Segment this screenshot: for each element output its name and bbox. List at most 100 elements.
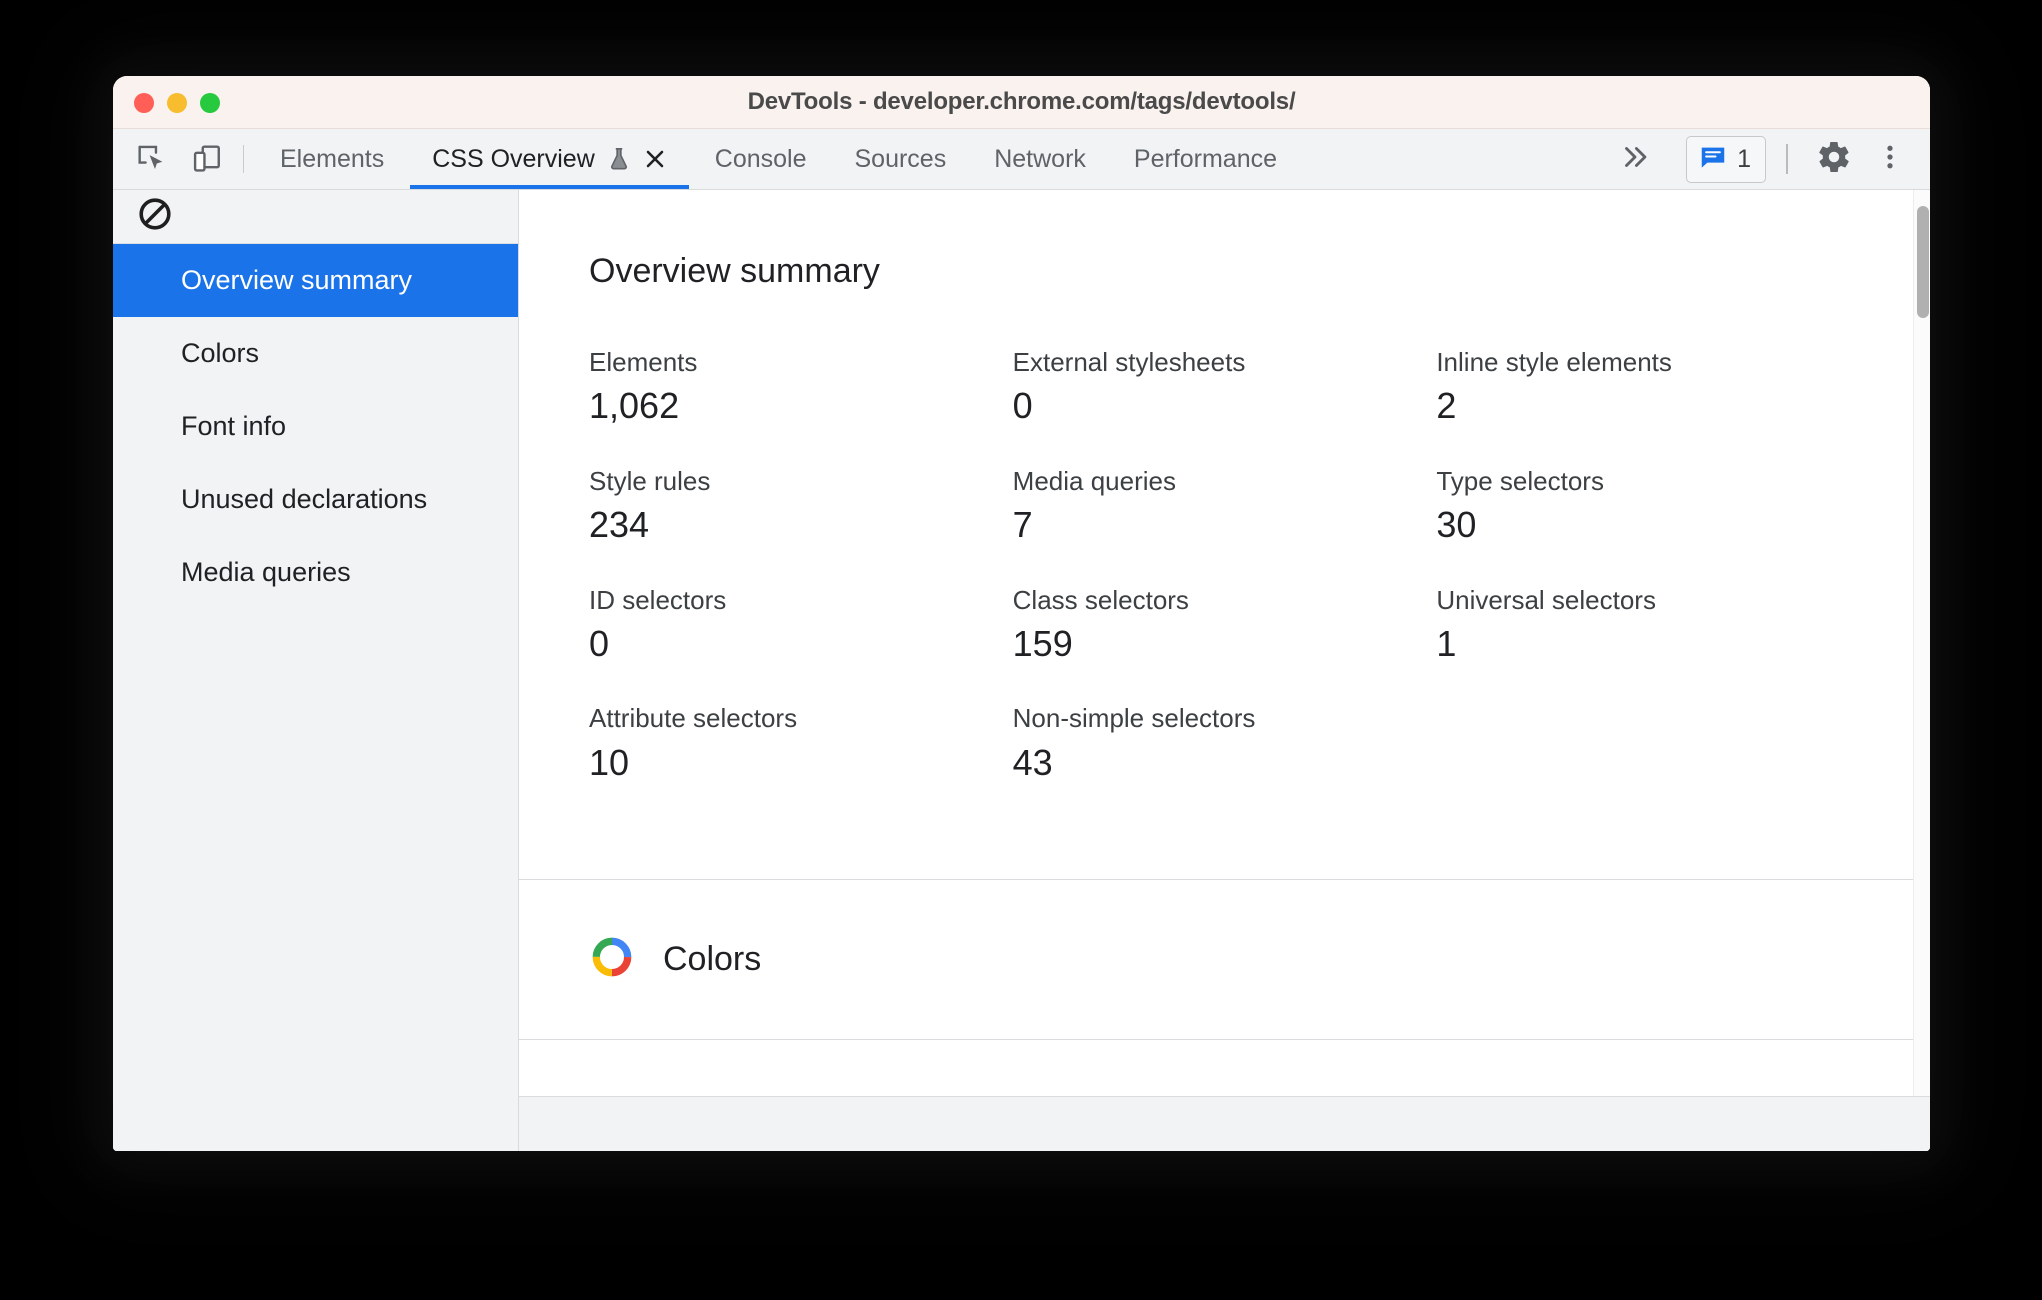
main-menu-button[interactable] — [1864, 133, 1916, 185]
tab-performance[interactable]: Performance — [1110, 129, 1301, 189]
window-titlebar: DevTools - developer.chrome.com/tags/dev… — [113, 76, 1930, 129]
color-wheel-icon — [589, 934, 635, 985]
sidebar-item-media-queries[interactable]: Media queries — [113, 536, 518, 609]
stat-label: ID selectors — [589, 584, 727, 615]
overview-summary-panel: Overview summary Elements 1,062 External… — [519, 190, 1930, 880]
double-chevron-right-icon — [1618, 140, 1652, 179]
content-footer-bar — [519, 1096, 1930, 1151]
device-toolbar-icon — [190, 142, 224, 176]
stat-id-selectors: ID selectors 0 — [589, 585, 1013, 664]
tab-label: Sources — [854, 144, 947, 173]
issues-count: 1 — [1737, 144, 1751, 173]
stat-label: Elements — [589, 347, 698, 377]
tabbar-divider — [1786, 144, 1788, 174]
stat-value: 1 — [1436, 622, 1457, 664]
stat-empty-slot — [1436, 703, 1860, 782]
tab-elements[interactable]: Elements — [256, 129, 408, 189]
experimental-flask-icon — [606, 146, 632, 172]
scrollbar-thumb[interactable] — [1917, 206, 1929, 318]
device-toolbar-button[interactable] — [179, 129, 235, 189]
tab-network[interactable]: Network — [970, 129, 1110, 189]
content-scroll-area: Overview summary Elements 1,062 External… — [519, 190, 1930, 1096]
stat-label: Non-simple selectors — [1012, 703, 1256, 734]
more-tabs-overflow-button[interactable] — [1604, 140, 1666, 179]
gear-icon — [1816, 139, 1852, 180]
stat-media-queries: Media queries 7 — [1013, 466, 1437, 545]
sidebar-item-label: Overview summary — [181, 265, 413, 295]
stat-label: Inline style elements — [1436, 347, 1672, 377]
stat-style-rules: Style rules 234 — [589, 466, 1013, 545]
stat-label: Media queries — [1012, 465, 1176, 496]
stat-value: 7 — [1012, 503, 1033, 545]
sidebar-toolbar — [113, 190, 518, 244]
devtools-body: Overview summary Colors Font info Unused… — [113, 190, 1930, 1151]
tab-css-overview[interactable]: CSS Overview — [408, 129, 691, 189]
stat-class-selectors: Class selectors 159 — [1013, 585, 1437, 664]
close-window-button[interactable] — [134, 92, 154, 113]
traffic-light-group — [134, 76, 220, 129]
sidebar-item-font-info[interactable]: Font info — [113, 390, 518, 463]
css-overview-sidebar: Overview summary Colors Font info Unused… — [113, 190, 519, 1151]
screenshot-root: DevTools - developer.chrome.com/tags/dev… — [0, 0, 2042, 1300]
devtools-window: DevTools - developer.chrome.com/tags/dev… — [113, 76, 1930, 1151]
stat-label: Style rules — [589, 465, 711, 496]
stat-label: Class selectors — [1012, 584, 1189, 615]
stat-type-selectors: Type selectors 30 — [1436, 466, 1860, 545]
sidebar-item-unused-declarations[interactable]: Unused declarations — [113, 463, 518, 536]
toolbar-divider — [243, 145, 244, 173]
stat-universal-selectors: Universal selectors 1 — [1436, 585, 1860, 664]
stat-label: External stylesheets — [1012, 347, 1246, 377]
sidebar-item-label: Unused declarations — [181, 484, 428, 514]
stat-value: 234 — [589, 503, 650, 545]
content-scrollbar[interactable] — [1913, 190, 1930, 1096]
summary-stats-grid: Elements 1,062 External stylesheets 0 In… — [589, 347, 1860, 782]
maximize-window-button[interactable] — [200, 92, 220, 113]
issues-message-icon — [1698, 142, 1728, 177]
stat-inline-style-elements: Inline style elements 2 — [1436, 347, 1860, 426]
tabbar-right-group: 1 — [1604, 129, 1930, 189]
sidebar-item-label: Font info — [181, 411, 287, 441]
stat-value: 0 — [589, 622, 610, 664]
tab-close-button[interactable] — [643, 147, 667, 171]
clear-overview-button[interactable] — [133, 195, 177, 239]
stat-external-stylesheets: External stylesheets 0 — [1013, 347, 1437, 426]
stat-label: Attribute selectors — [589, 703, 798, 734]
stat-value: 10 — [589, 741, 630, 783]
stat-label: Universal selectors — [1436, 584, 1656, 615]
devtools-tabbar: Elements CSS Overview Console Sources Ne… — [113, 129, 1930, 190]
three-dot-menu-icon — [1875, 142, 1905, 177]
stat-value: 43 — [1012, 741, 1053, 783]
sidebar-item-list: Overview summary Colors Font info Unused… — [113, 244, 518, 609]
stat-value: 159 — [1012, 622, 1073, 664]
sidebar-item-overview-summary[interactable]: Overview summary — [113, 244, 518, 317]
inspect-element-icon — [134, 142, 168, 176]
stat-label: Type selectors — [1436, 465, 1604, 496]
stat-non-simple-selectors: Non-simple selectors 43 — [1013, 703, 1437, 782]
stat-value: 30 — [1436, 503, 1477, 545]
sidebar-item-label: Colors — [181, 338, 260, 368]
tab-label: Performance — [1133, 144, 1278, 173]
page-title: Overview summary — [589, 252, 880, 290]
clear-block-icon — [137, 196, 173, 237]
stat-value: 1,062 — [589, 385, 680, 427]
tab-label: Elements — [280, 144, 385, 173]
colors-section-header[interactable]: Colors — [519, 880, 1930, 1040]
tab-label: Console — [714, 144, 807, 173]
stat-elements: Elements 1,062 — [589, 347, 1013, 426]
stat-value: 0 — [1012, 385, 1033, 427]
inspect-element-button[interactable] — [123, 129, 179, 189]
tab-sources[interactable]: Sources — [831, 129, 971, 189]
colors-section-title: Colors — [663, 940, 762, 978]
sidebar-item-colors[interactable]: Colors — [113, 317, 518, 390]
css-overview-content: Overview summary Elements 1,062 External… — [519, 190, 1930, 1151]
tab-console[interactable]: Console — [691, 129, 831, 189]
minimize-window-button[interactable] — [167, 92, 187, 113]
settings-button[interactable] — [1808, 133, 1860, 185]
stat-value: 2 — [1436, 385, 1457, 427]
stat-attribute-selectors: Attribute selectors 10 — [589, 703, 1013, 782]
issues-button[interactable]: 1 — [1686, 135, 1766, 183]
tab-label: CSS Overview — [432, 144, 595, 173]
tab-list: Elements CSS Overview Console Sources Ne… — [256, 129, 1301, 189]
sidebar-item-label: Media queries — [181, 557, 351, 587]
window-title: DevTools - developer.chrome.com/tags/dev… — [747, 88, 1296, 115]
